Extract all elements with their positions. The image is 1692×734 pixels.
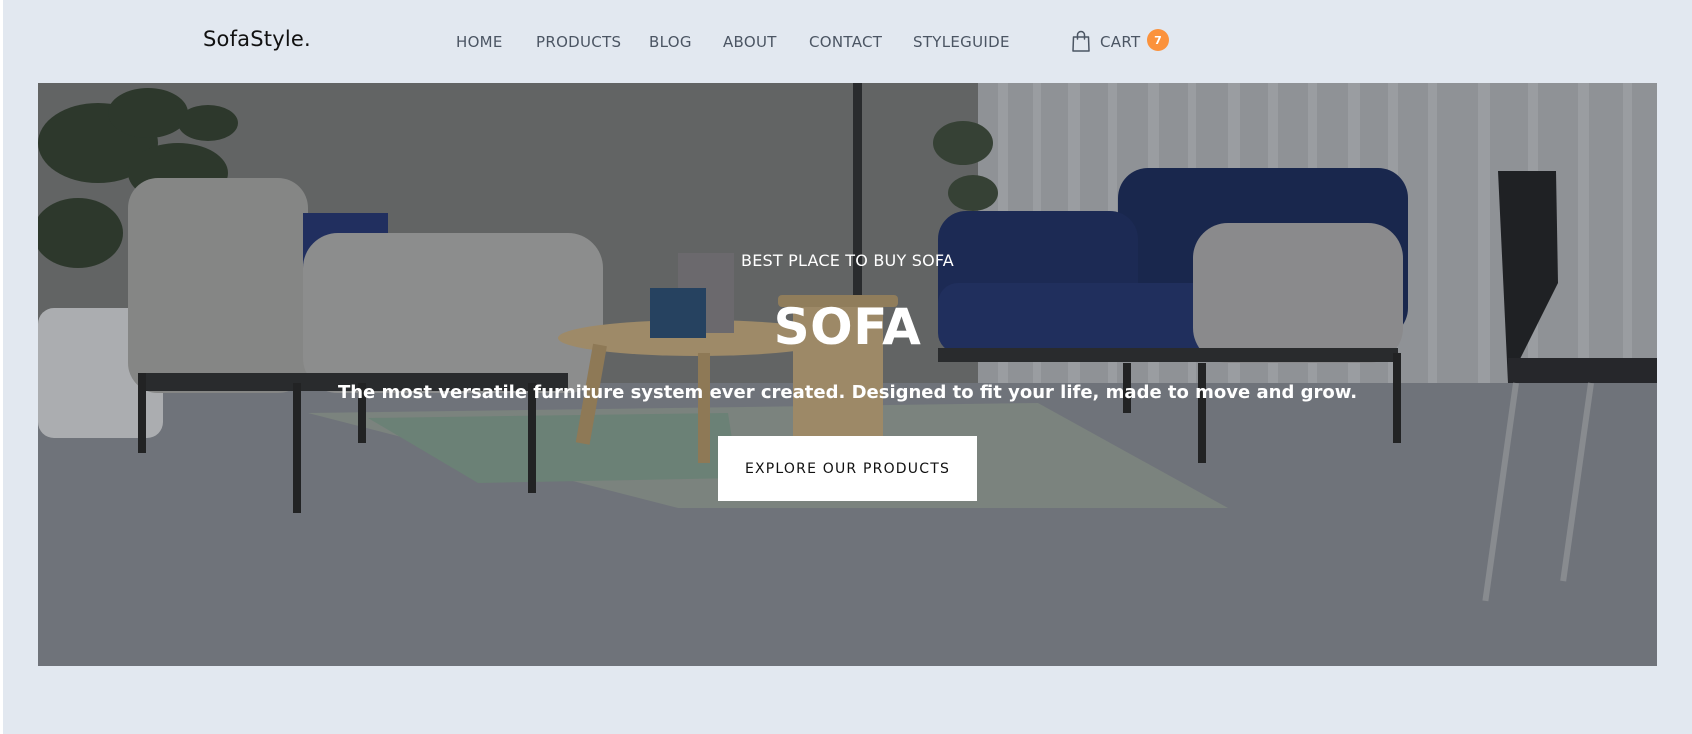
hero-banner: BEST PLACE TO BUY SOFA SOFA The most ver… — [38, 83, 1657, 666]
nav-item-blog[interactable]: BLOG — [649, 33, 692, 51]
page-left-edge — [0, 0, 3, 734]
nav-item-products[interactable]: PRODUCTS — [536, 33, 621, 51]
hero-title: SOFA — [773, 298, 922, 356]
hero-subtitle: The most versatile furniture system ever… — [337, 382, 1358, 403]
nav-item-about[interactable]: ABOUT — [723, 33, 777, 51]
shopping-bag-icon — [1072, 30, 1090, 52]
nav-item-styleguide[interactable]: STYLEGUIDE — [913, 33, 1010, 51]
site-logo[interactable]: SofaStyle. — [203, 27, 311, 51]
hero-eyebrow: BEST PLACE TO BUY SOFA — [741, 251, 954, 270]
nav-item-home[interactable]: HOME — [456, 33, 503, 51]
hero-content: BEST PLACE TO BUY SOFA SOFA The most ver… — [38, 83, 1657, 666]
cart-label: CART — [1100, 33, 1141, 51]
explore-products-button[interactable]: EXPLORE OUR PRODUCTS — [718, 436, 977, 501]
site-header: SofaStyle. HOME PRODUCTS BLOG ABOUT CONT… — [0, 0, 1692, 83]
nav-item-contact[interactable]: CONTACT — [809, 33, 882, 51]
cart-count-badge: 7 — [1147, 29, 1169, 51]
